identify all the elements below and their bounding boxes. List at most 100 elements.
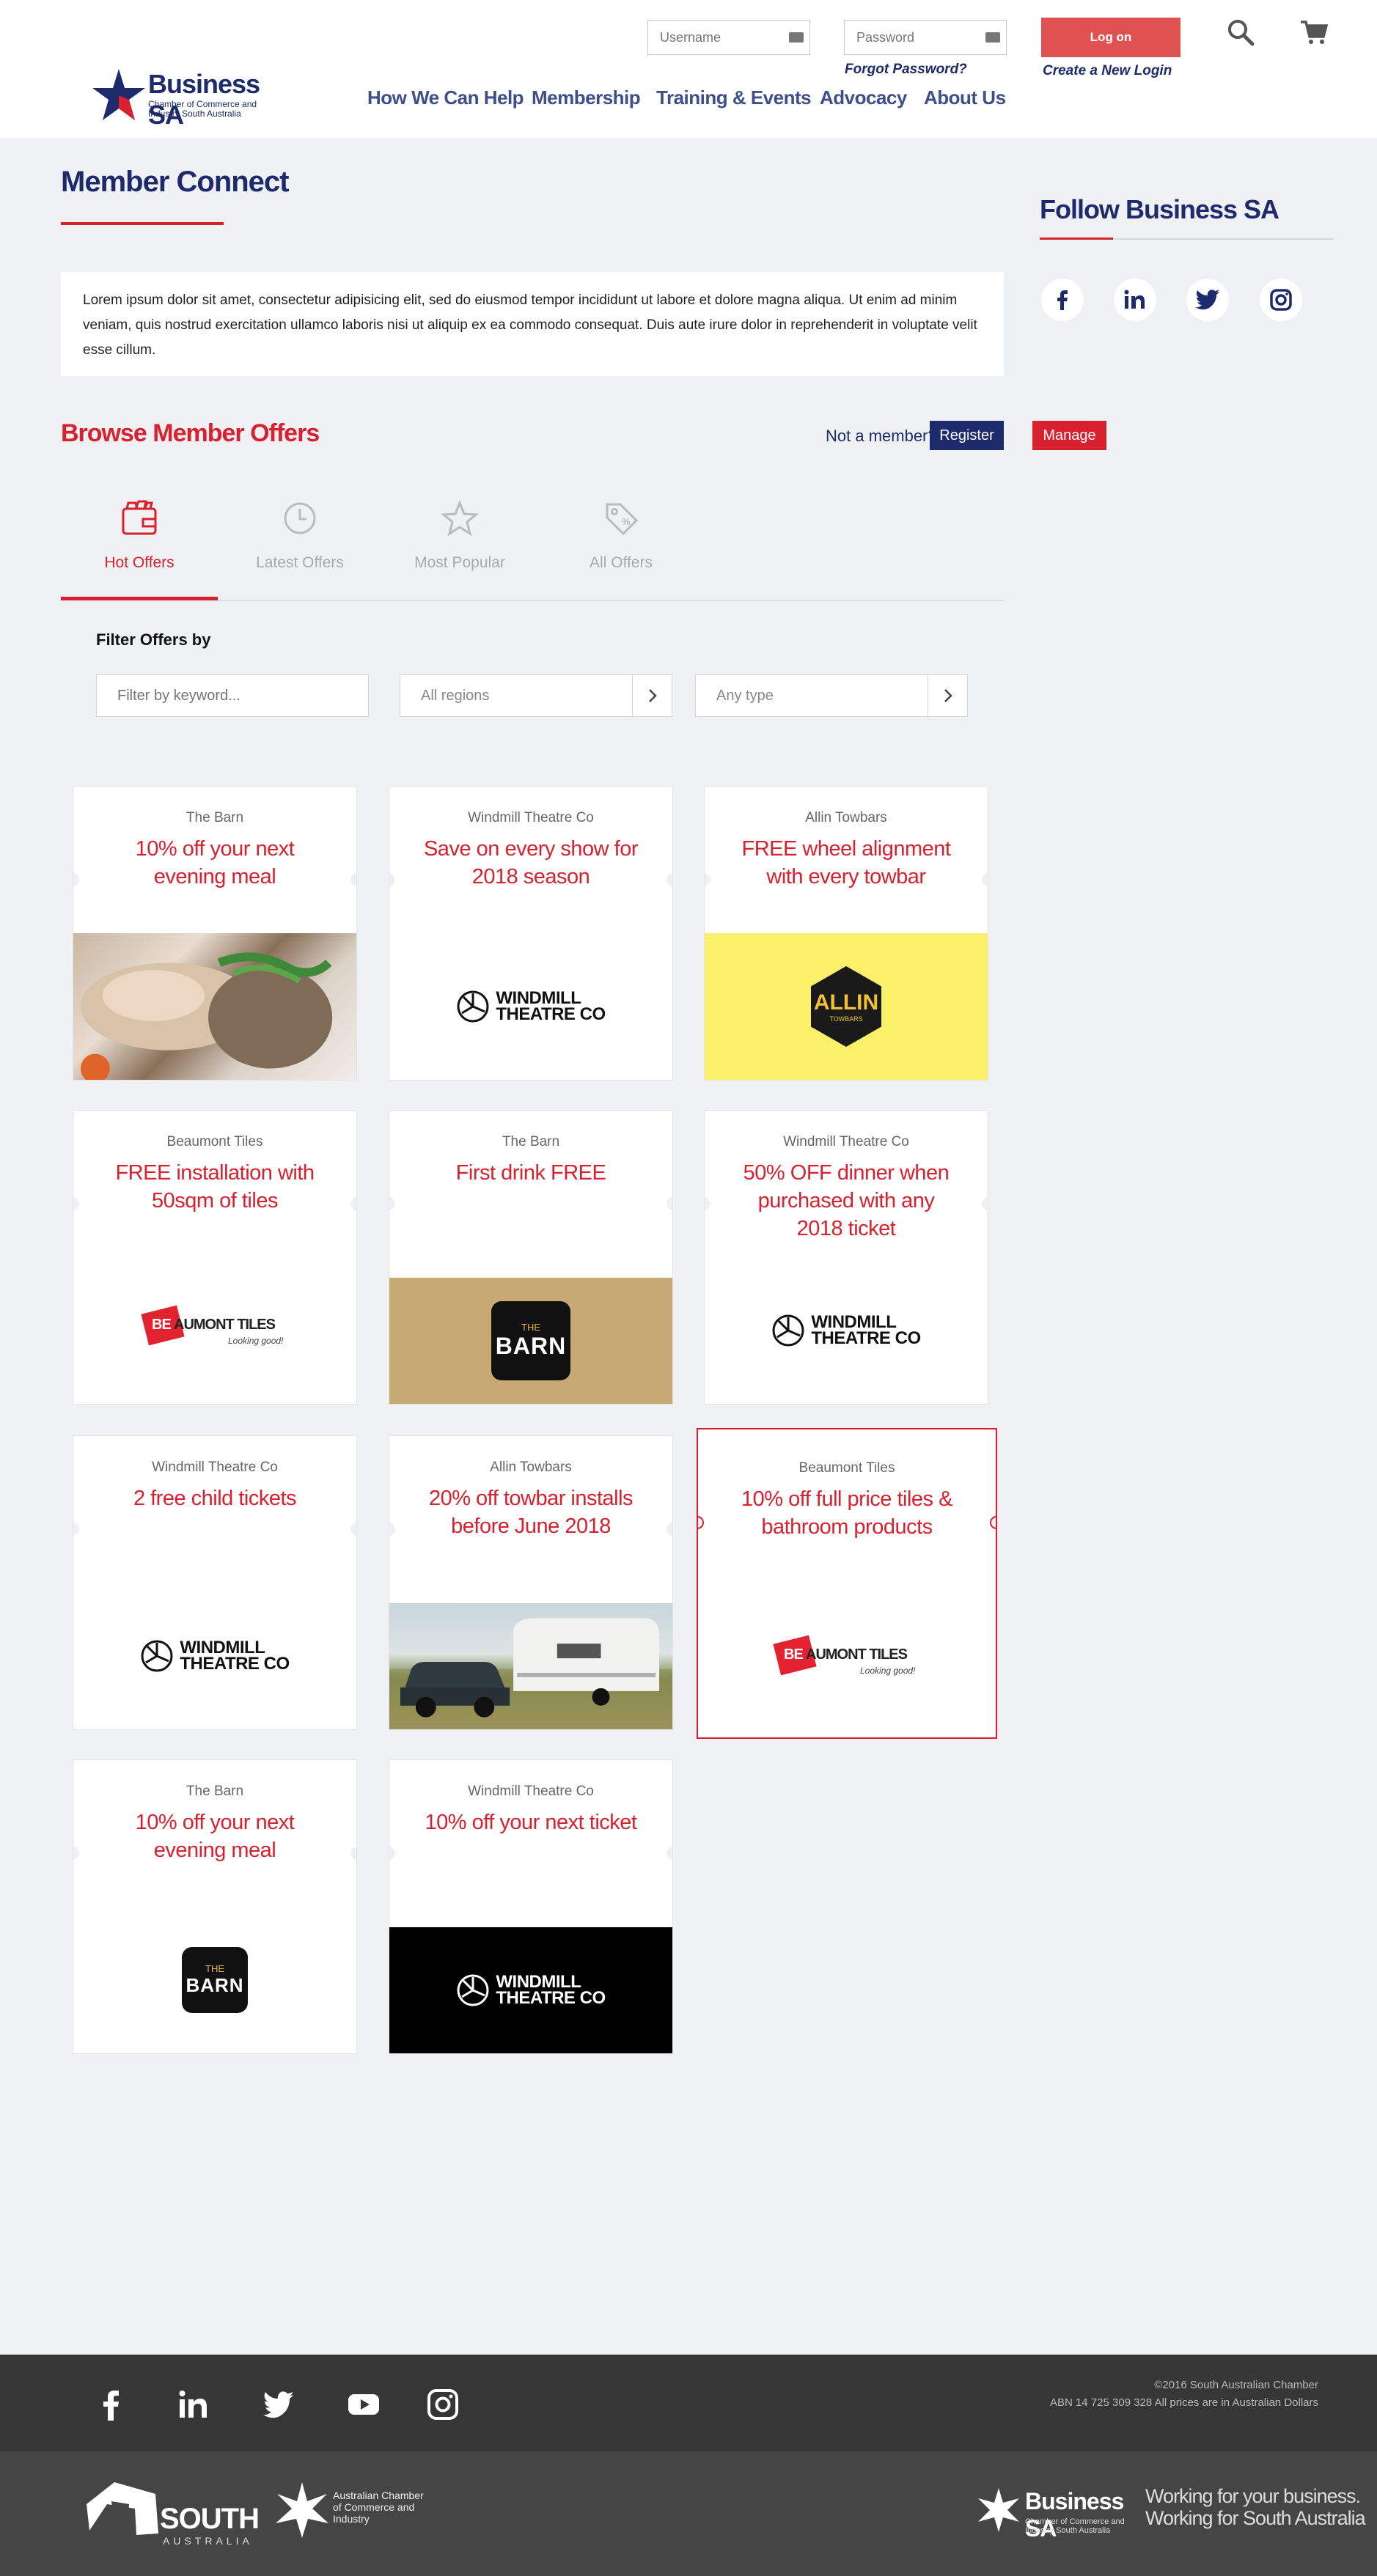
windmill-icon xyxy=(772,1314,804,1347)
offer-card[interactable]: Beaumont Tiles FREE installation with 50… xyxy=(73,1110,357,1405)
business-sa-footer-logo[interactable]: Business SA Chamber of Commerce and Indu… xyxy=(975,2484,1137,2542)
windmill-line2: THEATRE CO xyxy=(496,1004,606,1024)
facebook-icon[interactable] xyxy=(1041,279,1084,321)
svg-text:%: % xyxy=(622,516,631,527)
offer-card[interactable]: Allin Towbars FREE wheel alignment with … xyxy=(704,786,988,1081)
copyright-text: ©2016 South Australian Chamber xyxy=(1154,2379,1318,2391)
offer-card[interactable]: The Barn 10% off your next evening meal … xyxy=(73,1759,357,2054)
offer-card[interactable]: Windmill Theatre Co 10% off your next ti… xyxy=(389,1759,673,2054)
beaumont-name: AUMONT TILES xyxy=(806,1646,908,1663)
password-input[interactable] xyxy=(844,20,1007,55)
star-icon xyxy=(441,499,479,537)
windmill-line2: THEATRE CO xyxy=(496,1988,606,2008)
offer-vendor: The Barn xyxy=(502,1134,560,1149)
username-input[interactable] xyxy=(647,20,810,55)
offer-card[interactable]: The Barn First drink FREE THE BARN xyxy=(389,1110,673,1405)
windmill-line2: THEATRE CO xyxy=(180,1654,290,1674)
create-login-link[interactable]: Create a New Login xyxy=(1043,63,1172,79)
clock-icon xyxy=(284,502,316,534)
offer-title: 20% off towbar installs before June 2018 xyxy=(428,1487,634,1538)
twitter-icon[interactable] xyxy=(1186,279,1229,321)
footer-social-bar: ©2016 South Australian Chamber ABN 14 72… xyxy=(0,2355,1377,2451)
keyboard-icon xyxy=(789,32,804,43)
logo-subtitle: Chamber of Commerce and Industry South A… xyxy=(148,99,257,119)
nav-training-events[interactable]: Training & Events xyxy=(656,87,812,109)
facebook-icon[interactable] xyxy=(95,2388,128,2421)
offer-title: First drink FREE xyxy=(455,1161,606,1185)
type-select[interactable]: Any type xyxy=(695,674,968,717)
windmill-logo: WINDMILL THEATRE CO xyxy=(73,1583,356,1729)
tab-label: Latest Offers xyxy=(256,554,344,571)
allin-tag: TOWBARS xyxy=(829,1015,863,1023)
youtube-icon[interactable] xyxy=(348,2388,380,2421)
linkedin-icon[interactable] xyxy=(1114,279,1156,321)
nav-how-we-can-help[interactable]: How We Can Help xyxy=(367,87,524,109)
bsa-star-icon xyxy=(978,2488,1019,2532)
login-button[interactable]: Log on xyxy=(1041,18,1180,57)
browse-offers-title: Browse Member Offers xyxy=(61,419,320,447)
offer-vendor: Allin Towbars xyxy=(490,1460,572,1475)
offer-card[interactable]: Windmill Theatre Co 2 free child tickets… xyxy=(73,1435,357,1730)
offer-vendor: The Barn xyxy=(186,1784,244,1799)
type-select-value: Any type xyxy=(716,687,774,704)
offer-title: FREE installation with 50sqm of tiles xyxy=(115,1161,315,1212)
windmill-icon xyxy=(457,1974,489,2006)
manage-button[interactable]: Manage xyxy=(1032,421,1106,450)
offer-title: 10% off your next evening meal xyxy=(135,837,295,888)
offer-card[interactable]: Windmill Theatre Co Save on every show f… xyxy=(389,786,673,1081)
beaumont-pre: BE xyxy=(784,1646,804,1663)
offer-title: Save on every show for 2018 season xyxy=(423,837,639,888)
beaumont-pre: BE xyxy=(152,1317,172,1333)
offer-card[interactable]: The Barn 10% off your next evening meal xyxy=(73,786,357,1081)
twitter-icon[interactable] xyxy=(262,2388,295,2421)
intro-text: Lorem ipsum dolor sit amet, consectetur … xyxy=(61,272,1004,376)
offer-title: 10% off your next ticket xyxy=(425,1811,637,1834)
offer-title: 10% off full price tiles & bathroom prod… xyxy=(741,1487,952,1539)
instagram-icon[interactable] xyxy=(427,2388,459,2421)
keyword-filter-input[interactable] xyxy=(96,674,369,717)
chevron-right-icon xyxy=(632,675,672,716)
business-sa-logo[interactable]: Business SA Chamber of Commerce and Indu… xyxy=(89,66,265,130)
nav-membership[interactable]: Membership xyxy=(532,87,641,109)
tab-most-popular[interactable]: Most Popular xyxy=(383,498,537,601)
region-select[interactable]: All regions xyxy=(400,674,672,717)
offer-card[interactable]: Windmill Theatre Co 50% OFF dinner when … xyxy=(704,1110,988,1405)
footer-tagline: Working for your business. Working for S… xyxy=(1145,2485,1366,2529)
windmill-logo: WINDMILL THEATRE CO xyxy=(705,1257,988,1404)
tab-all-offers[interactable]: % All Offers xyxy=(544,498,698,601)
sidebar-underline xyxy=(1040,238,1113,240)
windmill-logo-dark: WINDMILL THEATRE CO xyxy=(389,1927,672,2053)
barn-logo-tan: THE BARN xyxy=(389,1278,672,1404)
acci-star-icon xyxy=(276,2482,328,2538)
tab-label: All Offers xyxy=(590,554,653,571)
site-header: Business SA Chamber of Commerce and Indu… xyxy=(0,0,1377,138)
tab-latest-offers[interactable]: Latest Offers xyxy=(223,498,377,601)
offer-card-selected[interactable]: Beaumont Tiles 10% off full price tiles … xyxy=(697,1428,997,1739)
abn-text: ABN 14 725 309 328 All prices are in Aus… xyxy=(1049,2396,1318,2409)
south-australia-logo[interactable]: SOUTH AUSTRALIA xyxy=(82,2479,260,2547)
search-icon[interactable] xyxy=(1226,18,1255,47)
offer-vendor: Windmill Theatre Co xyxy=(783,1134,909,1149)
star-logo-icon xyxy=(92,69,145,120)
forgot-password-link[interactable]: Forgot Password? xyxy=(845,62,967,78)
sa-logo-subtext: AUSTRALIA xyxy=(163,2535,253,2547)
bsa-footer-sub: Chamber of Commerce and Industry South A… xyxy=(1025,2517,1125,2535)
active-tab-indicator xyxy=(61,597,218,600)
tagline-line1: Working for your business. xyxy=(1145,2485,1361,2507)
instagram-icon[interactable] xyxy=(1260,279,1302,321)
chevron-right-icon xyxy=(928,675,967,716)
cart-icon[interactable] xyxy=(1299,18,1329,47)
acci-logo[interactable]: Australian Chamber of Commerce and Indus… xyxy=(273,2481,434,2539)
page-title: Member Connect xyxy=(61,166,289,198)
offer-card[interactable]: Allin Towbars 20% off towbar installs be… xyxy=(389,1435,673,1730)
barn-the: THE xyxy=(205,1963,224,1974)
footer-logos-bar: SOUTH AUSTRALIA Australian Chamber of Co… xyxy=(0,2451,1377,2576)
windmill-icon xyxy=(141,1640,173,1672)
offer-vendor: The Barn xyxy=(186,810,244,825)
nav-about-us[interactable]: About Us xyxy=(924,87,1006,109)
nav-advocacy[interactable]: Advocacy xyxy=(820,87,907,109)
register-button[interactable]: Register xyxy=(930,421,1004,450)
linkedin-icon[interactable] xyxy=(177,2388,210,2421)
sa-logo-text: SOUTH xyxy=(160,2503,260,2535)
tab-hot-offers[interactable]: Hot Offers xyxy=(62,498,216,601)
